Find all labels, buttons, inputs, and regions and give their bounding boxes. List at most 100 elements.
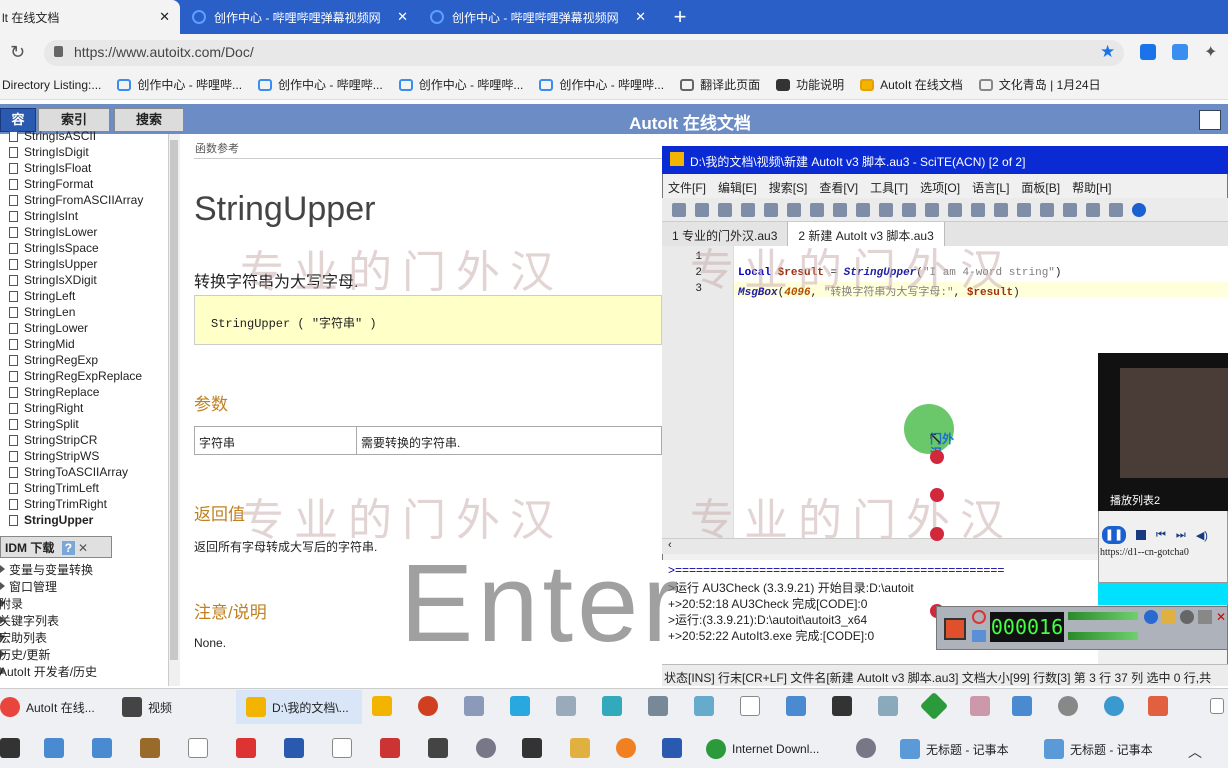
menu-item[interactable]: 帮助[H] — [1072, 179, 1111, 197]
folder-icon[interactable] — [1162, 610, 1176, 624]
app-icon[interactable] — [648, 696, 668, 716]
bookmark-item[interactable]: 功能说明 — [776, 76, 844, 93]
menu-item[interactable]: 工具[T] — [870, 179, 908, 197]
expand-icon[interactable] — [0, 565, 5, 573]
open-icon[interactable] — [695, 202, 709, 217]
menu-item[interactable]: 选项[O] — [920, 179, 960, 197]
editor-hscrollbar[interactable]: ‹ — [662, 538, 1098, 554]
tree-item[interactable]: StringIsInt — [0, 208, 78, 224]
tree-item[interactable]: StringFormat — [0, 176, 93, 192]
window-icon[interactable] — [92, 738, 112, 758]
copy-icon[interactable] — [833, 202, 847, 217]
calendar-icon[interactable] — [236, 738, 256, 758]
tab-autoit-docs[interactable]: lt 在线文档 ✕ — [0, 0, 180, 34]
bookmark-item[interactable]: 创作中心 - 哔哩哔... — [117, 76, 242, 93]
bookmark-item[interactable]: Directory Listing:... — [2, 78, 101, 92]
close-icon[interactable]: ✕ — [159, 9, 170, 25]
autoit-icon[interactable] — [372, 696, 392, 716]
app-icon[interactable] — [140, 738, 160, 758]
menu-item[interactable]: 搜索[S] — [769, 179, 808, 197]
window-icon[interactable] — [786, 696, 806, 716]
close-icon[interactable]: ✕ — [1216, 610, 1228, 624]
bookmark-item[interactable]: 创作中心 - 哔哩哔... — [398, 76, 523, 93]
tree-item[interactable]: StringLeft — [0, 288, 75, 304]
recorder-icon[interactable] — [418, 696, 438, 716]
window-icon[interactable] — [1012, 696, 1032, 716]
app-icon[interactable] — [856, 738, 876, 758]
settings-icon[interactable] — [1180, 610, 1194, 624]
new-tab-icon[interactable]: + — [668, 4, 692, 30]
tree-item[interactable]: StringRegExpReplace — [0, 368, 142, 384]
tree-item[interactable]: StringLower — [0, 320, 88, 336]
minimize-icon[interactable] — [1198, 610, 1212, 624]
book-icon[interactable] — [284, 738, 304, 758]
reload-icon[interactable]: ↻ — [10, 42, 25, 63]
app-icon[interactable] — [556, 696, 576, 716]
tree-item[interactable]: StringReplace — [0, 384, 99, 400]
extension-icon[interactable] — [1172, 44, 1188, 60]
document-icon[interactable] — [740, 696, 760, 716]
tab-bilibili-2[interactable]: 创作中心 - 哔哩哔哩弹幕视频网 ✕ — [420, 0, 656, 34]
menu-item[interactable]: 编辑[E] — [718, 179, 757, 197]
tree-item[interactable]: StringIsSpace — [0, 240, 99, 256]
tree-folder[interactable]: 窗口管理 — [0, 578, 57, 594]
close-icon[interactable]: ✕ — [397, 9, 408, 25]
menu-item[interactable]: 面板[B] — [1021, 179, 1060, 197]
tree-folder[interactable]: 附录 — [0, 595, 23, 611]
app-icon[interactable] — [694, 696, 714, 716]
chevron-up-icon[interactable]: ︿ — [1188, 742, 1202, 762]
menu-item[interactable]: 文件[F] — [668, 179, 706, 197]
tree-item[interactable]: StringStripCR — [0, 432, 97, 448]
puzzle-icon[interactable]: ✦ — [1204, 42, 1217, 62]
close-icon[interactable]: ✕ — [78, 541, 88, 555]
app-icon[interactable] — [380, 738, 400, 758]
bookmark-item[interactable]: 创作中心 - 哔哩哔... — [539, 76, 664, 93]
app-icon[interactable] — [832, 696, 852, 716]
mic-meter[interactable] — [1068, 632, 1138, 640]
app-icon[interactable] — [1148, 696, 1168, 716]
taskbar-item-idm[interactable]: Internet Downl... — [706, 734, 819, 764]
tree-folder[interactable]: AutoIt 开发者/历史 — [0, 663, 97, 679]
output-icon[interactable] — [1086, 202, 1100, 217]
tree-item[interactable]: StringIsLower — [0, 224, 97, 240]
tree-item[interactable]: StringIsFloat — [0, 160, 91, 176]
volume-icon[interactable]: ◀) — [1196, 529, 1208, 542]
document-icon[interactable] — [188, 738, 208, 758]
search-icon[interactable] — [616, 738, 636, 758]
menu-item[interactable]: 语言[L] — [972, 179, 1009, 197]
tree-folder[interactable]: 宏助列表 — [0, 629, 47, 645]
app-icon[interactable] — [878, 696, 898, 716]
film-icon[interactable] — [428, 738, 448, 758]
idm-download-bar[interactable]: IDM 下载 ? ✕ — [0, 536, 112, 558]
tree-scroll-thumb[interactable] — [170, 140, 178, 660]
app-icon[interactable] — [602, 696, 622, 716]
tree-item[interactable]: StringIsUpper — [0, 256, 97, 272]
pause-icon[interactable] — [972, 630, 986, 642]
alarm-icon[interactable] — [972, 610, 986, 624]
delete-icon[interactable] — [879, 202, 893, 217]
tree-item[interactable]: StringUpper — [0, 512, 93, 528]
folder-icon[interactable] — [764, 202, 778, 217]
tree-item[interactable]: StringToASCIIArray — [0, 464, 128, 480]
bookmark-item[interactable]: 文化青岛 | 1月24日 — [978, 76, 1101, 93]
print-icon[interactable] — [787, 202, 801, 217]
save-all-icon[interactable] — [741, 202, 755, 217]
tree-item[interactable]: StringIsXDigit — [0, 272, 97, 288]
app-icon[interactable] — [464, 696, 484, 716]
tree-item[interactable]: StringRegExp — [0, 352, 98, 368]
window-icon[interactable] — [44, 738, 64, 758]
tree-item[interactable]: StringRight — [0, 400, 83, 416]
taskbar-item-scite[interactable]: D:\我的文档\... — [236, 690, 362, 724]
tree-item[interactable]: StringTrimRight — [0, 496, 107, 512]
next-icon[interactable]: ⏭ — [1176, 529, 1186, 542]
pause-icon[interactable]: ❚❚ — [1102, 526, 1126, 544]
build-icon[interactable] — [1017, 202, 1031, 217]
tree-item[interactable]: StringFromASCIIArray — [0, 192, 143, 208]
menu-item[interactable]: 查看[V] — [819, 179, 858, 197]
bookmark-item[interactable]: AutoIt 在线文档 — [860, 76, 963, 93]
tree-item[interactable]: StringTrimLeft — [0, 480, 99, 496]
taskbar-item-notepad-2[interactable]: 无标题 - 记事本 — [1044, 734, 1153, 764]
paste-icon[interactable] — [856, 202, 870, 217]
webcam-icon[interactable] — [1144, 610, 1158, 624]
tree-item[interactable]: StringMid — [0, 336, 75, 352]
